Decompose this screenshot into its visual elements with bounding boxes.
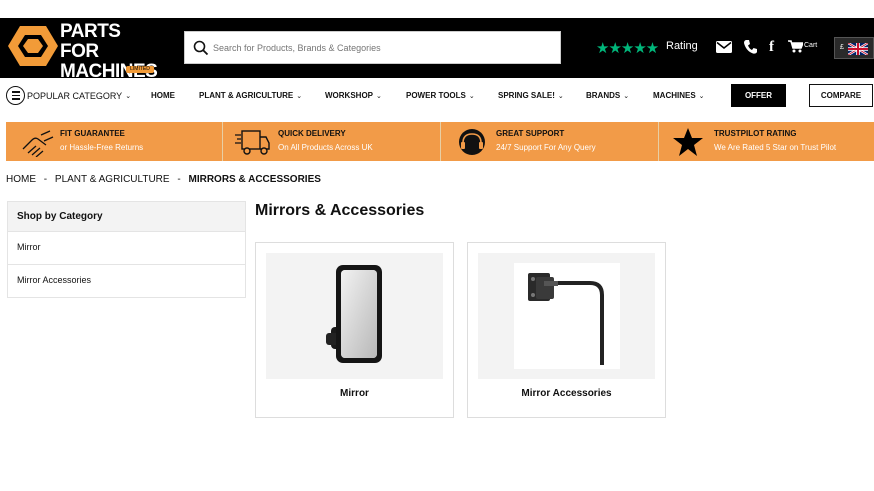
nav-machines-label: MACHINES — [653, 91, 696, 100]
sidebar-item-mirror-accessories[interactable]: Mirror Accessories — [8, 264, 245, 297]
usp-subtitle: or Hassle-Free Returns — [60, 143, 144, 152]
star-icon — [673, 128, 703, 156]
breadcrumb-current: MIRRORS & ACCESSORIES — [188, 174, 321, 185]
nav-brands-label: BRANDS — [586, 91, 621, 100]
usp-fit-guarantee: FIT GUARANTEE or Hassle-Free Returns — [6, 122, 223, 161]
rating-stars: ★★★★★ — [596, 40, 659, 57]
search-icon[interactable] — [193, 40, 209, 56]
mirror-icon — [326, 265, 382, 363]
usp-title: TRUSTPILOT RATING — [714, 129, 797, 138]
uk-flag-icon — [848, 43, 868, 55]
sidebar-heading: Shop by Category — [8, 202, 245, 231]
mirror-bracket-icon — [514, 263, 620, 369]
cart-label[interactable]: Cart — [804, 42, 817, 49]
currency-language-selector[interactable]: £ — [834, 37, 874, 59]
handshake-icon — [22, 130, 54, 157]
product-card-mirror[interactable]: Mirror — [255, 242, 454, 418]
popular-category-menu[interactable]: POPULAR CATEGORY ⌄ — [6, 86, 131, 105]
chevron-down-icon: ⌄ — [468, 93, 475, 100]
usp-subtitle: On All Products Across UK — [278, 143, 373, 152]
breadcrumb-home[interactable]: HOME — [6, 174, 36, 185]
usp-bar: FIT GUARANTEE or Hassle-Free Returns QUI… — [6, 122, 874, 161]
nav-workshop[interactable]: WORKSHOP ⌄ — [325, 91, 382, 100]
top-header: PARTS FOR MACHINES LIMITED ★★★★★ Rating … — [0, 18, 874, 82]
mirror-bracket-image[interactable] — [478, 253, 655, 379]
mirror-image[interactable] — [266, 253, 443, 379]
delivery-truck-icon — [235, 130, 270, 155]
chevron-down-icon: ⌄ — [296, 93, 303, 100]
usp-trustpilot-rating: TRUSTPILOT RATING We Are Rated 5 Star on… — [660, 122, 874, 161]
chevron-down-icon: ⌄ — [557, 93, 564, 100]
breadcrumb-separator: - — [43, 174, 48, 185]
hex-nut-logo-icon — [8, 26, 58, 66]
usp-title: QUICK DELIVERY — [278, 129, 346, 138]
chevron-down-icon: ⌄ — [376, 93, 382, 100]
cart-icon[interactable] — [788, 40, 803, 53]
usp-title: GREAT SUPPORT — [496, 129, 565, 138]
compare-button[interactable]: COMPARE — [809, 84, 873, 107]
page-title: Mirrors & Accessories — [255, 202, 425, 219]
nav-machines[interactable]: MACHINES ⌄ — [653, 91, 705, 100]
chevron-down-icon: ⌄ — [698, 93, 705, 100]
logo-text: PARTS FOR MACHINES — [60, 21, 158, 82]
category-sidebar: Shop by Category Mirror Mirror Accessori… — [7, 201, 246, 298]
breadcrumb-plant-agriculture[interactable]: PLANT & AGRICULTURE — [55, 174, 170, 185]
usp-great-support: GREAT SUPPORT 24/7 Support For Any Query — [442, 122, 659, 161]
menu-icon — [6, 86, 25, 105]
product-label[interactable]: Mirror Accessories — [468, 388, 665, 399]
site-logo[interactable]: PARTS FOR MACHINES LIMITED — [8, 20, 158, 82]
nav-home[interactable]: HOME — [151, 91, 175, 100]
product-card-mirror-accessories[interactable]: Mirror Accessories — [467, 242, 666, 418]
usp-subtitle: We Are Rated 5 Star on Trust Pilot — [714, 143, 837, 152]
nav-spring-sale[interactable]: SPRING SALE! ⌄ — [498, 91, 564, 100]
offer-button[interactable]: OFFER — [731, 84, 786, 107]
nav-power-tools-label: POWER TOOLS — [406, 91, 466, 100]
facebook-icon[interactable]: f — [769, 39, 774, 56]
usp-subtitle: 24/7 Support For Any Query — [496, 143, 596, 152]
rating-link[interactable]: Rating — [666, 40, 698, 52]
usp-quick-delivery: QUICK DELIVERY On All Products Across UK — [224, 122, 441, 161]
nav-plant-agriculture-label: PLANT & AGRICULTURE — [199, 91, 294, 100]
headset-icon — [459, 129, 485, 155]
phone-icon[interactable] — [744, 40, 757, 54]
nav-power-tools[interactable]: POWER TOOLS ⌄ — [406, 91, 475, 100]
nav-spring-sale-label: SPRING SALE! — [498, 91, 555, 100]
chevron-down-icon: ⌄ — [125, 92, 132, 100]
product-label[interactable]: Mirror — [256, 388, 453, 399]
nav-brands[interactable]: BRANDS ⌄ — [586, 91, 629, 100]
logo-line-1: PARTS FOR — [60, 21, 121, 62]
nav-workshop-label: WORKSHOP — [325, 91, 373, 100]
search-input[interactable] — [213, 38, 553, 58]
breadcrumb-separator: - — [177, 174, 181, 185]
logo-badge: LIMITED — [126, 66, 154, 73]
currency-symbol: £ — [840, 44, 844, 51]
main-nav: POPULAR CATEGORY ⌄ HOME PLANT & AGRICULTU… — [0, 82, 874, 110]
mail-icon[interactable] — [716, 41, 732, 53]
chevron-down-icon: ⌄ — [623, 93, 630, 100]
sidebar-item-mirror[interactable]: Mirror — [8, 231, 245, 264]
breadcrumb: HOME - PLANT & AGRICULTURE - MIRRORS & A… — [6, 174, 321, 185]
nav-home-label: HOME — [151, 91, 175, 100]
search-box[interactable] — [184, 31, 561, 64]
usp-title: FIT GUARANTEE — [60, 129, 125, 138]
popular-category-label: POPULAR CATEGORY — [27, 90, 123, 101]
nav-plant-agriculture[interactable]: PLANT & AGRICULTURE ⌄ — [199, 91, 302, 100]
